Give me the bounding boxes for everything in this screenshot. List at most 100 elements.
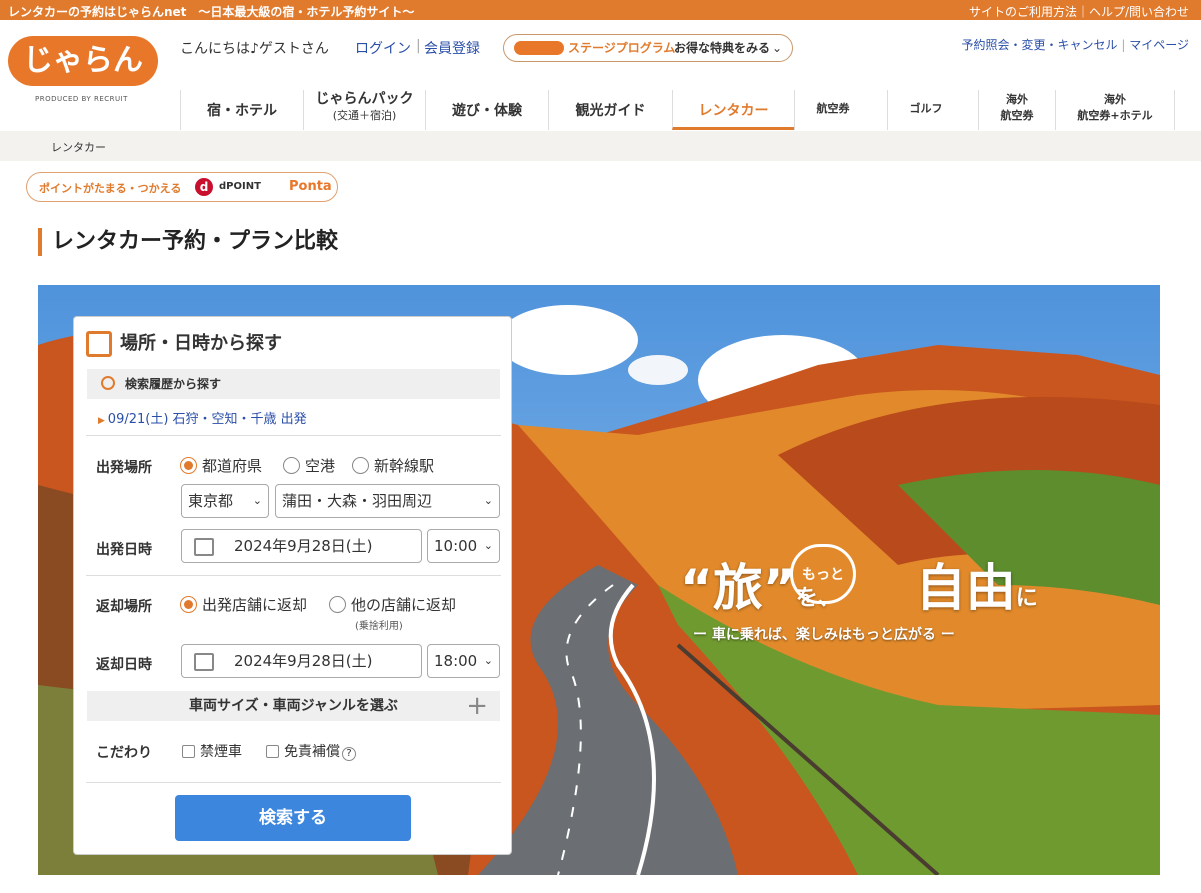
register-link[interactable]: 会員登録	[424, 38, 480, 58]
history-item[interactable]: 09/21(土) 石狩・空知・千歳 出発	[98, 408, 307, 427]
chevron-down-icon: ⌄	[772, 41, 783, 55]
departure-label: 出発場所	[96, 460, 152, 476]
calendar-icon	[86, 331, 112, 357]
vehicle-label: 車両サイズ・車両ジャンルを選ぶ	[189, 698, 398, 714]
calendar-icon	[194, 653, 214, 671]
radio-airport[interactable]: 空港	[283, 455, 335, 476]
jalan-logo[interactable]: じゃらん	[8, 36, 158, 86]
checkbox-box	[266, 745, 279, 758]
search-icon	[101, 376, 115, 390]
search-button[interactable]: 検索する	[175, 795, 411, 841]
radio-prefecture[interactable]: 都道府県	[180, 455, 262, 476]
kodawari-label: こだわり	[96, 745, 152, 761]
radio-dot	[283, 457, 300, 474]
radio-return-same[interactable]: 出発店舗に返却	[180, 594, 307, 615]
nav-label: 観光ガイド	[575, 103, 646, 119]
date-value: 2024年9月28日(土)	[234, 652, 373, 670]
nav-label: 宿・ホテル	[207, 103, 277, 119]
nav-item-flights[interactable]: 航空券	[794, 90, 871, 130]
nav-item-pack[interactable]: じゃらんパック (交通＋宿泊)	[303, 90, 425, 130]
points-banner[interactable]: ポイントがたまる・つかえる d dPOINT Ponta	[26, 172, 338, 202]
departure-date-label: 出発日時	[96, 542, 152, 558]
help-links[interactable]: サイトのご利用方法｜ヘルプ/問い合わせ	[969, 3, 1189, 20]
checkbox-label: 免責補償	[284, 744, 340, 760]
radio-label: 空港	[305, 457, 336, 475]
return-place-label: 返却場所	[96, 599, 152, 615]
chevron-down-icon: ⌄	[483, 494, 493, 507]
history-label: 検索履歴から探す	[125, 377, 222, 391]
select-value: 18:00	[434, 652, 478, 670]
radio-shinkansen[interactable]: 新幹線駅	[352, 455, 434, 476]
catch-ni: に	[1015, 586, 1038, 611]
calendar-icon	[194, 538, 214, 556]
greeting: こんにちは♪ゲストさん	[180, 41, 329, 57]
site-tagline: レンタカーの予約はじゃらんnet 〜日本最大級の宿・ホテル予約サイト〜	[8, 5, 415, 19]
breadcrumb: レンタカー	[0, 131, 1201, 161]
departure-time-select[interactable]: 10:00 ⌄	[427, 529, 500, 563]
checkbox-insurance[interactable]: 免責補償?	[266, 741, 356, 761]
return-time-select[interactable]: 18:00 ⌄	[427, 644, 500, 678]
link-separator: |	[416, 38, 421, 54]
radio-label: 他の店舗に返却	[351, 596, 457, 614]
checkbox-label: 禁煙車	[200, 744, 242, 760]
nav-item-hotel[interactable]: 宿・ホテル	[180, 90, 303, 130]
login-link[interactable]: ログイン	[355, 38, 411, 58]
dpoint-icon: d	[195, 178, 213, 196]
radio-label: 出発店舗に返却	[202, 596, 308, 614]
select-value: 蒲田・大森・羽田周辺	[282, 492, 433, 510]
radio-label: 都道府県	[202, 457, 263, 475]
divider	[86, 435, 501, 436]
nav-sublabel: 航空券+ホテル	[1077, 109, 1153, 122]
divider	[86, 575, 501, 576]
hero-tagline: ー 車に乗れば、楽しみはもっと広がる ー	[693, 627, 955, 643]
nav-item-golf[interactable]: ゴルフ	[887, 90, 964, 130]
radio-dot	[352, 457, 369, 474]
radio-dot	[329, 596, 346, 613]
radio-label: 新幹線駅	[374, 457, 435, 475]
stage-benefit-label: お得な特典をみる	[674, 41, 771, 55]
nav-sublabel: 航空券	[1000, 109, 1034, 122]
nav-item-overseas-flights[interactable]: 海外 航空券	[978, 90, 1055, 130]
prefecture-select[interactable]: 東京都 ⌄	[181, 484, 269, 518]
return-date-field[interactable]: 2024年9月28日(土)	[181, 644, 422, 678]
quote-mark: “	[680, 559, 713, 617]
nav-item-activities[interactable]: 遊び・体験	[425, 90, 548, 130]
stage-program-button[interactable]: ステージプログラム お得な特典をみる ⌄	[503, 34, 793, 62]
area-select[interactable]: 蒲田・大森・羽田周辺 ⌄	[275, 484, 500, 518]
departure-date-field[interactable]: 2024年9月28日(土)	[181, 529, 422, 563]
catchphrase-main: “旅”を、 自由に	[680, 548, 1038, 620]
stage-program-label: ステージプログラム	[568, 41, 676, 55]
chevron-down-icon: ⌄	[252, 494, 262, 507]
top-bar: レンタカーの予約はじゃらんnet 〜日本最大級の宿・ホテル予約サイト〜 サイトの…	[0, 0, 1201, 20]
date-value: 2024年9月28日(土)	[234, 537, 373, 555]
header-right-links: 予約照会・変更・キャンセル | マイページ	[962, 36, 1189, 53]
search-title-text: 場所・日時から探す	[120, 333, 282, 354]
return-date-label: 返却日時	[96, 657, 152, 673]
select-value: 10:00	[434, 537, 478, 555]
plus-icon: +	[466, 691, 488, 721]
nav-item-guide[interactable]: 観光ガイド	[548, 90, 672, 130]
nav-label: 遊び・体験	[452, 103, 522, 119]
nav-item-overseas-hotel[interactable]: 海外航空券+ホテル	[1055, 90, 1175, 130]
mypage-link[interactable]: マイページ	[1129, 38, 1189, 52]
motto-speech-bubble: もっと	[790, 544, 856, 604]
help-icon[interactable]: ?	[342, 747, 356, 761]
catch-jiyuu: 自由	[915, 559, 1016, 617]
reservation-link[interactable]: 予約照会・変更・キャンセル	[962, 38, 1118, 52]
main-nav: 宿・ホテル じゃらんパック (交通＋宿泊) 遊び・体験 観光ガイド レンタカー 航…	[180, 90, 1180, 130]
nav-item-rentacar[interactable]: レンタカー	[672, 90, 794, 130]
nav-label: 海外	[1006, 93, 1028, 106]
nav-label: ゴルフ	[909, 102, 943, 115]
checkbox-box	[182, 745, 195, 758]
stage-logo	[514, 41, 564, 55]
link-separator: |	[1121, 38, 1126, 52]
vehicle-options-toggle[interactable]: 車両サイズ・車両ジャンルを選ぶ +	[87, 691, 500, 721]
points-text: ポイントがたまる・つかえる	[39, 182, 182, 195]
ponta-label: Ponta	[289, 179, 332, 194]
radio-return-other[interactable]: 他の店舗に返却	[329, 594, 456, 615]
nav-label: 海外	[1104, 93, 1126, 106]
select-value: 東京都	[188, 492, 234, 510]
produced-by-recruit: PRODUCED BY RECRUIT	[35, 95, 128, 103]
checkbox-nonsmoking[interactable]: 禁煙車	[182, 741, 242, 761]
nav-sublabel: (交通＋宿泊)	[332, 109, 397, 122]
